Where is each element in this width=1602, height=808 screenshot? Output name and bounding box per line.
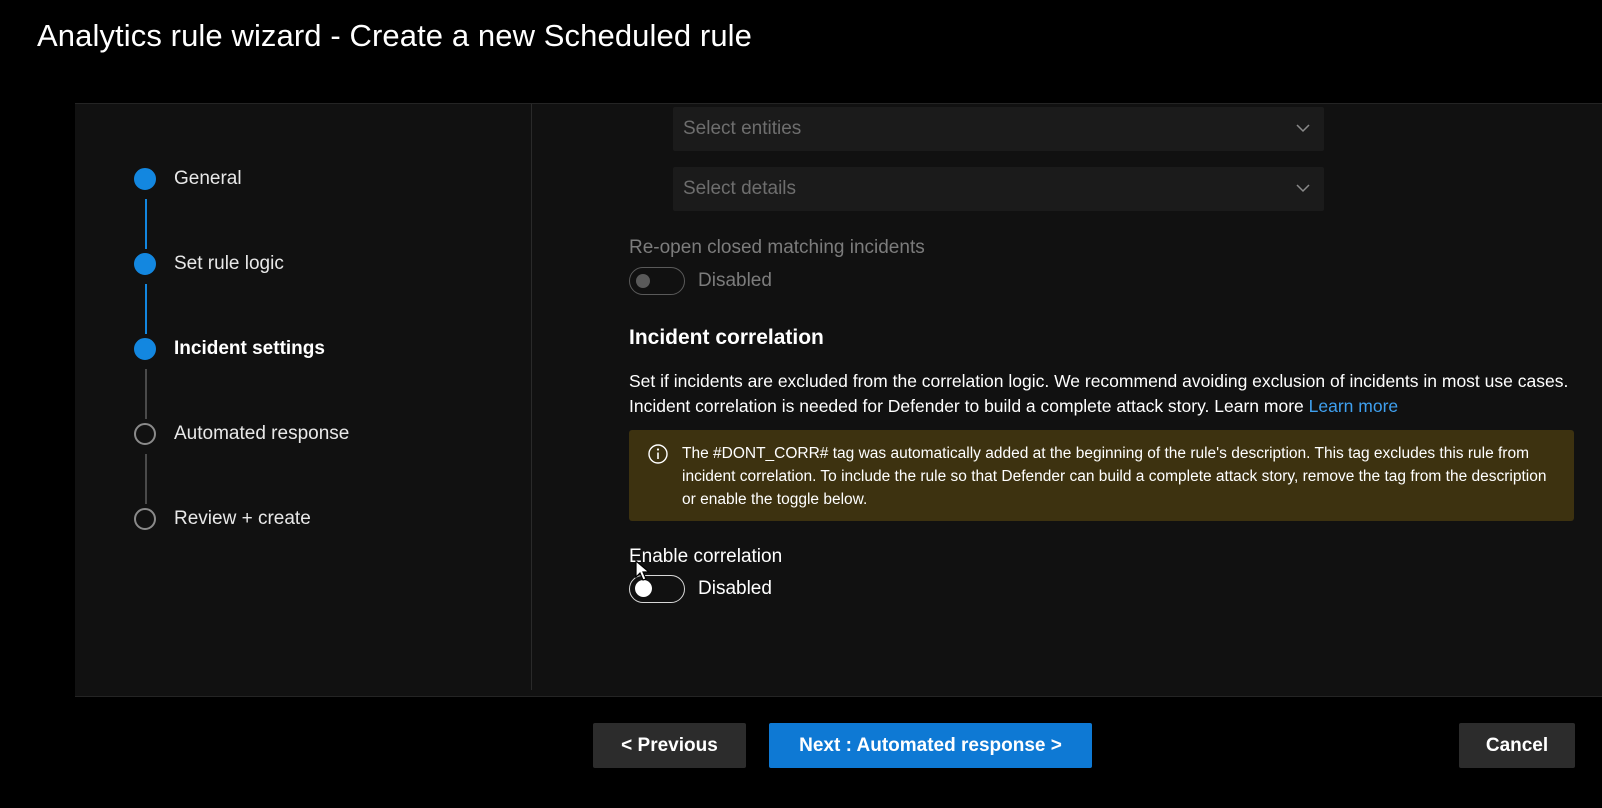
entities-select[interactable]: Select entities [673,107,1324,151]
chevron-down-icon [1296,184,1310,193]
step-incident-settings[interactable]: Incident settings [134,337,325,361]
details-select-placeholder: Select details [683,178,797,199]
dont-corr-warning: The #DONT_CORR# tag was automatically ad… [629,430,1574,521]
step-pending-indicator [134,423,156,445]
cancel-button[interactable]: Cancel [1459,723,1575,768]
step-complete-indicator [134,168,156,190]
correlation-description: Set if incidents are excluded from the c… [629,369,1569,419]
correlation-section-title: Incident correlation [629,326,824,349]
step-connector [145,199,147,249]
footer-divider [75,696,1602,697]
previous-button[interactable]: < Previous [593,723,746,768]
page-title: Analytics rule wizard - Create a new Sch… [37,18,752,53]
reopen-toggle-row: Disabled [629,267,772,295]
step-label: Incident settings [174,338,325,359]
step-current-indicator [134,338,156,360]
step-connector [145,454,147,504]
step-complete-indicator [134,253,156,275]
step-pending-indicator [134,508,156,530]
step-label: General [174,168,242,189]
mouse-cursor-icon [635,560,651,581]
step-label: Review + create [174,508,311,529]
details-select[interactable]: Select details [673,167,1324,211]
step-label: Set rule logic [174,253,284,274]
wizard-window: Analytics rule wizard - Create a new Sch… [0,0,1602,808]
step-set-rule-logic[interactable]: Set rule logic [134,252,284,276]
nav-divider [531,104,532,690]
correlation-description-text: Set if incidents are excluded from the c… [629,371,1569,416]
entities-select-placeholder: Select entities [683,118,802,139]
step-connector [145,284,147,334]
toggle-knob [635,580,652,597]
warning-text: The #DONT_CORR# tag was automatically ad… [682,445,1547,508]
step-automated-response[interactable]: Automated response [134,422,349,446]
learn-more-link[interactable]: Learn more [1309,396,1399,416]
step-label: Automated response [174,423,350,444]
next-automated-response-button[interactable]: Next : Automated response > [769,723,1092,768]
step-connector [145,369,147,419]
enable-correlation-label: Enable correlation [629,546,783,567]
chevron-down-icon [1296,124,1310,133]
reopen-toggle-state: Disabled [698,270,772,291]
step-general[interactable]: General [134,167,242,191]
reopen-label: Re-open closed matching incidents [629,237,925,258]
reopen-toggle[interactable] [629,267,685,295]
step-review-create[interactable]: Review + create [134,507,311,531]
info-icon [648,444,668,464]
enable-correlation-state: Disabled [698,578,772,599]
toggle-knob [636,274,650,288]
